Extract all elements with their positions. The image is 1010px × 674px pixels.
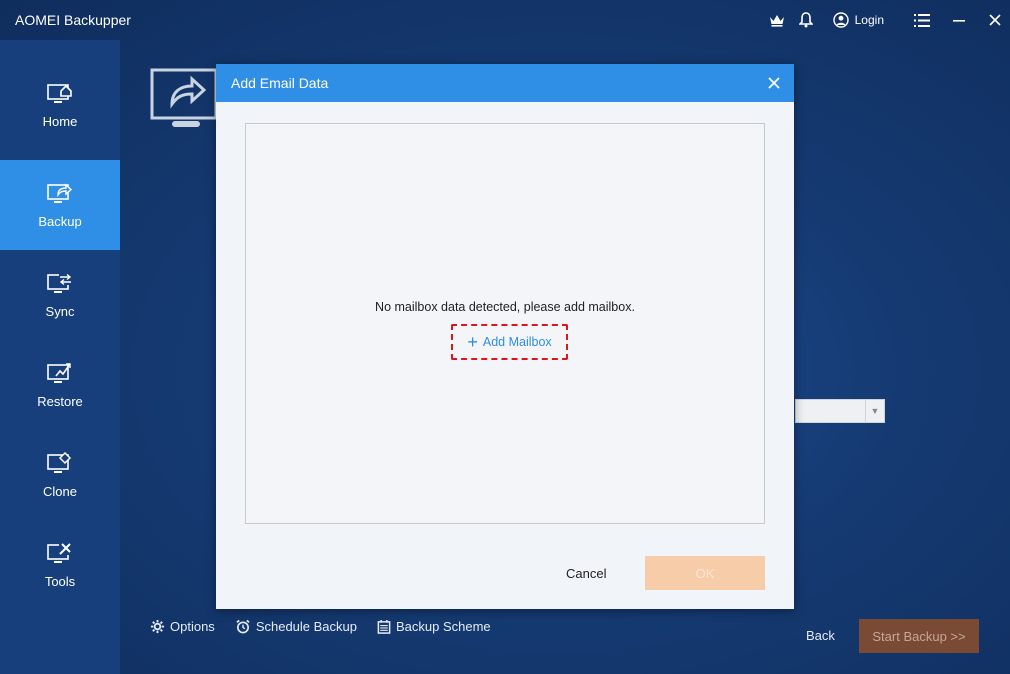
ok-button[interactable]: OK	[645, 556, 765, 590]
minimize-icon[interactable]	[952, 8, 966, 32]
sidebar-item-label: Backup	[38, 213, 82, 229]
app-title: AOMEI Backupper	[15, 12, 131, 28]
bottom-toolbar: Options Schedule Backup Backup Scheme	[150, 619, 511, 634]
sidebar: Home Backup Sync Restore Clone Tools	[0, 40, 120, 674]
destination-dropdown[interactable]: ▼	[795, 399, 885, 423]
sidebar-item-backup[interactable]: Backup	[0, 160, 120, 250]
chevron-down-icon: ▼	[865, 400, 884, 422]
sidebar-item-restore[interactable]: Restore	[0, 340, 120, 430]
options-label: Options	[170, 619, 215, 634]
restore-icon	[47, 362, 71, 383]
cancel-button[interactable]: Cancel	[566, 566, 606, 581]
back-button[interactable]: Back	[806, 628, 835, 643]
start-backup-button[interactable]: Start Backup >>	[859, 619, 979, 653]
sidebar-item-tools[interactable]: Tools	[0, 520, 120, 610]
crown-icon[interactable]	[769, 8, 785, 32]
backup-scheme-label: Backup Scheme	[396, 619, 491, 634]
tools-icon	[47, 541, 72, 563]
backup-scheme-button[interactable]: Backup Scheme	[377, 619, 491, 634]
plus-icon: +	[467, 332, 478, 352]
home-icon	[47, 83, 72, 103]
options-button[interactable]: Options	[150, 619, 215, 634]
bell-icon[interactable]	[798, 8, 813, 32]
add-mailbox-button[interactable]: + Add Mailbox	[451, 324, 568, 360]
sync-icon	[47, 273, 72, 293]
sidebar-item-label: Tools	[44, 573, 76, 589]
alarm-clock-icon	[236, 619, 250, 634]
gear-icon	[150, 619, 165, 634]
sidebar-item-label: Home	[42, 113, 78, 129]
close-icon[interactable]	[988, 8, 1002, 32]
sidebar-item-home[interactable]: Home	[0, 60, 120, 150]
add-email-data-dialog: Add Email Data No mailbox data detected,…	[216, 64, 794, 609]
sidebar-item-label: Sync	[45, 303, 75, 319]
schedule-backup-label: Schedule Backup	[255, 619, 357, 634]
dialog-header: Add Email Data	[216, 64, 794, 102]
title-bar: AOMEI Backupper Login	[0, 0, 1010, 40]
close-icon[interactable]	[766, 75, 782, 91]
add-mailbox-label: Add Mailbox	[482, 335, 552, 349]
title-bar-controls: Login	[755, 8, 1002, 32]
calendar-icon	[377, 619, 391, 634]
login-button[interactable]: Login	[832, 8, 884, 32]
backup-icon	[47, 182, 73, 203]
menu-icon[interactable]	[914, 8, 930, 32]
sidebar-item-clone[interactable]: Clone	[0, 430, 120, 520]
backup-hero-icon	[150, 68, 220, 133]
sidebar-item-label: Clone	[43, 483, 77, 499]
user-icon	[832, 12, 849, 28]
empty-message: No mailbox data detected, please add mai…	[375, 300, 635, 314]
login-label: Login	[854, 13, 884, 27]
schedule-backup-button[interactable]: Schedule Backup	[235, 619, 357, 634]
clone-icon	[47, 451, 72, 473]
sidebar-item-label: Restore	[37, 393, 83, 409]
mailbox-list: No mailbox data detected, please add mai…	[245, 123, 765, 524]
dialog-title: Add Email Data	[231, 75, 329, 91]
sidebar-item-sync[interactable]: Sync	[0, 250, 120, 340]
